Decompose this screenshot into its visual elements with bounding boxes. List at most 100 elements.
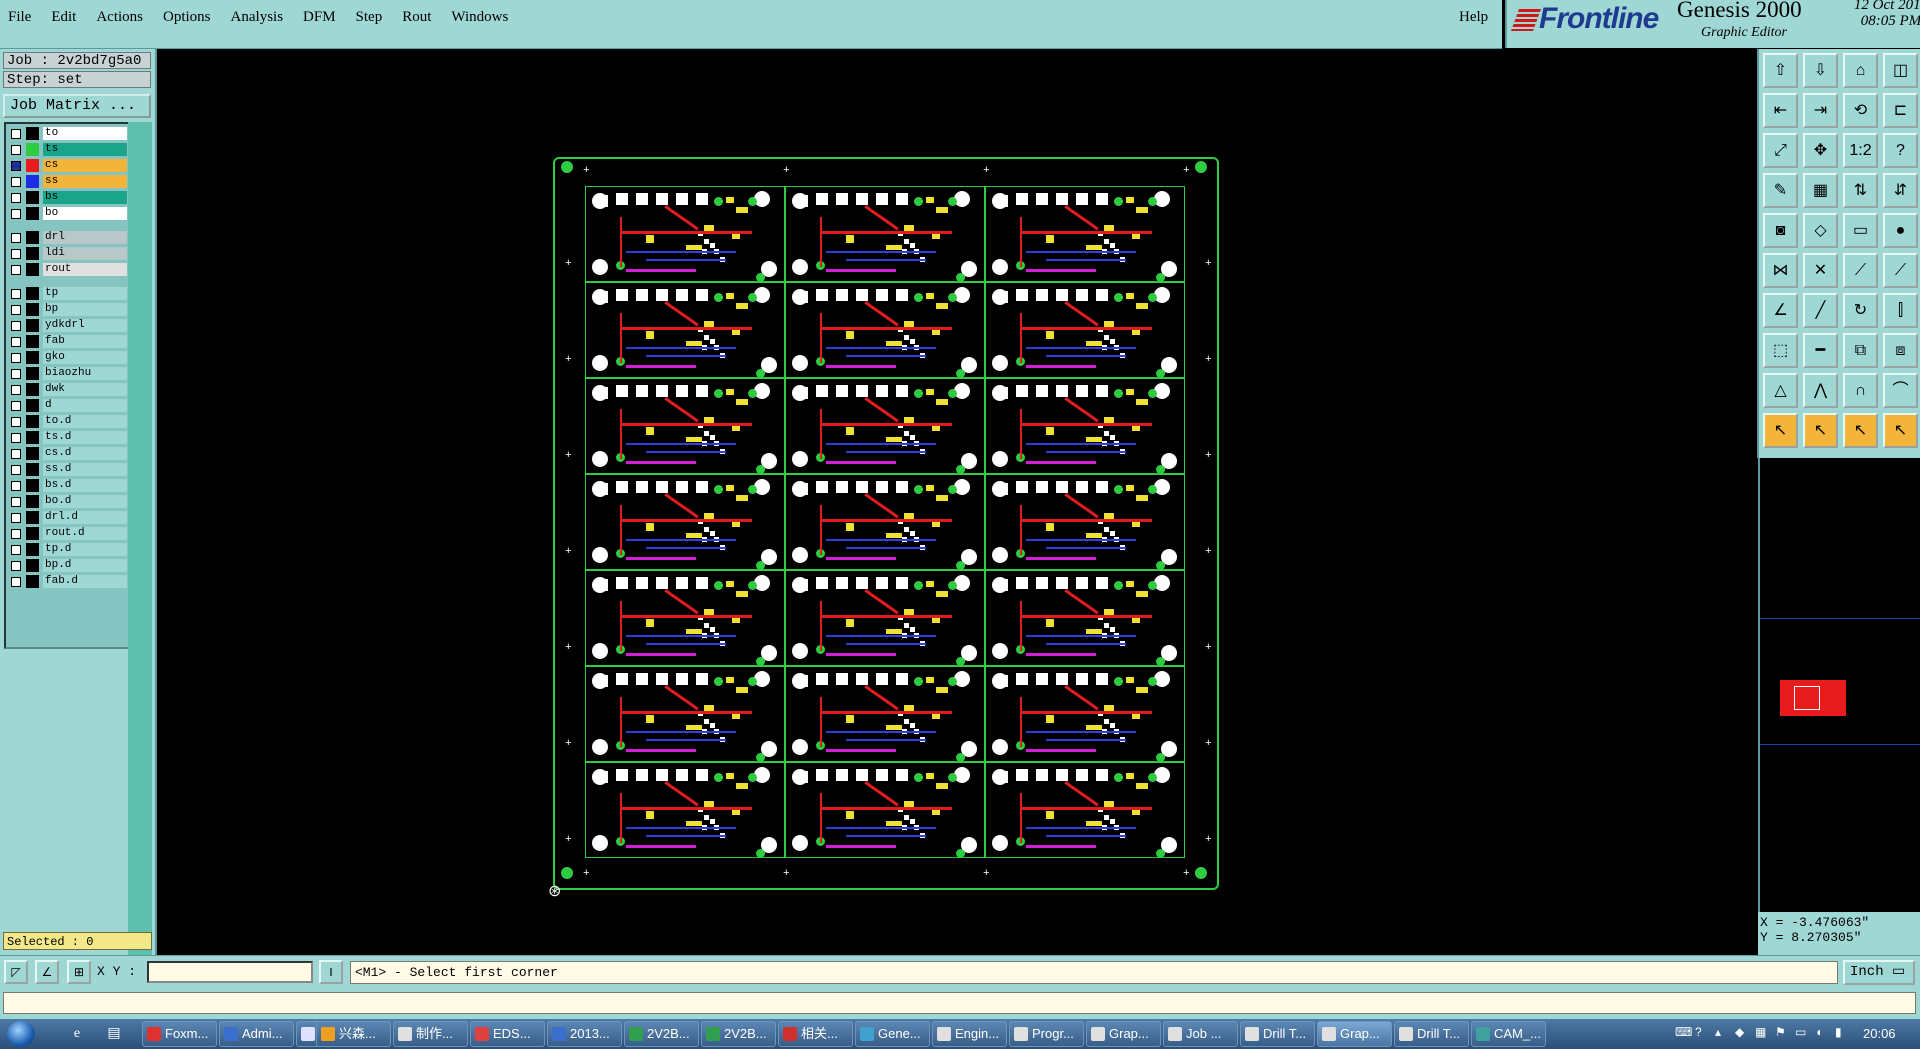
layer-checkbox[interactable] <box>11 129 21 139</box>
wave-icon[interactable]: ⌒ <box>1883 373 1918 408</box>
taskbar-item[interactable]: 2V2B... <box>624 1021 699 1047</box>
folder-icon[interactable]: ▤ <box>105 1025 123 1043</box>
select-net-icon[interactable]: ↖ <box>1883 413 1918 448</box>
layer-color-swatch[interactable] <box>26 263 39 276</box>
menu-rout[interactable]: Rout <box>402 9 431 26</box>
layer-color-swatch[interactable] <box>26 143 39 156</box>
layer-checkbox[interactable] <box>11 161 21 171</box>
pan-right-icon[interactable]: ⇥ <box>1803 93 1838 128</box>
layer-name[interactable]: bo <box>43 207 127 220</box>
download-icon[interactable]: ⇩ <box>1803 53 1838 88</box>
layer-row[interactable]: bo <box>9 207 127 220</box>
layer-checkbox[interactable] <box>11 433 21 443</box>
layer-checkbox[interactable] <box>11 545 21 555</box>
taskbar-item[interactable]: Engin... <box>932 1021 1007 1047</box>
snap-icon[interactable]: ◸ <box>4 960 28 984</box>
select-toggle-icon[interactable]: ↖ <box>1843 413 1878 448</box>
layer-name[interactable]: ts <box>43 143 127 156</box>
units-button[interactable]: Inch ▭ <box>1843 960 1915 985</box>
layer-row[interactable]: tp <box>9 287 127 300</box>
layer-name[interactable]: ts.d <box>43 431 127 444</box>
shield-icon[interactable]: ◆ <box>1735 1025 1744 1039</box>
layer-row[interactable]: bs <box>9 191 127 204</box>
layer-color-swatch[interactable] <box>26 159 39 172</box>
layer-color-swatch[interactable] <box>26 463 39 476</box>
home-icon[interactable]: ⌂ <box>1843 53 1878 88</box>
navigator-view-rect[interactable] <box>1780 680 1846 716</box>
layer-name[interactable]: bo.d <box>43 495 127 508</box>
layer-checkbox[interactable] <box>11 233 21 243</box>
monitor-icon[interactable]: ▭ <box>1795 1025 1806 1039</box>
layer-row[interactable]: rout.d <box>9 527 127 540</box>
layer-name[interactable]: rout <box>43 263 127 276</box>
layer-row[interactable]: bp.d <box>9 559 127 572</box>
layer-name[interactable]: drl.d <box>43 511 127 524</box>
layer-snap-icon[interactable]: ⇵ <box>1883 173 1918 208</box>
layer-name[interactable]: dwk <box>43 383 127 396</box>
layer-checkbox[interactable] <box>11 369 21 379</box>
layer-row[interactable]: drl.d <box>9 511 127 524</box>
taskbar-item[interactable]: Drill T... <box>1240 1021 1315 1047</box>
layer-name[interactable]: rout.d <box>43 527 127 540</box>
start-button[interactable] <box>7 1021 35 1047</box>
layer-name[interactable]: bs <box>43 191 127 204</box>
layer-checkbox[interactable] <box>11 265 21 275</box>
layer-color-swatch[interactable] <box>26 479 39 492</box>
layer-color-swatch[interactable] <box>26 495 39 508</box>
taskbar-item[interactable]: Job ... <box>1163 1021 1238 1047</box>
layer-compare-icon[interactable]: ⇅ <box>1843 173 1878 208</box>
graphic-canvas[interactable]: + + + + + + + + + + + + + + + + + + + + + + ⊛ <box>157 49 1757 955</box>
line-draw-icon[interactable]: ╱ <box>1803 293 1838 328</box>
arc-line-icon[interactable]: ⟋ <box>1883 253 1918 288</box>
layer-row[interactable]: to <box>9 127 127 140</box>
layer-checkbox[interactable] <box>11 401 21 411</box>
layer-color-swatch[interactable] <box>26 399 39 412</box>
grid-snap-icon[interactable]: ⊞ <box>67 960 91 984</box>
arc-icon[interactable]: ↻ <box>1843 293 1878 328</box>
taskbar-item[interactable]: 2V2B... <box>701 1021 776 1047</box>
layer-color-swatch[interactable] <box>26 191 39 204</box>
menu-windows[interactable]: Windows <box>451 9 508 26</box>
taskbar-item[interactable]: 相关... <box>778 1021 853 1047</box>
text-icon[interactable]: ▭ <box>1843 213 1878 248</box>
layer-color-swatch[interactable] <box>26 319 39 332</box>
layer-row[interactable]: bp <box>9 303 127 316</box>
menu-actions[interactable]: Actions <box>96 9 143 26</box>
layer-color-swatch[interactable] <box>26 447 39 460</box>
taskbar-item[interactable]: EDS... <box>470 1021 545 1047</box>
layer-name[interactable]: ldi <box>43 247 127 260</box>
layer-row[interactable]: fab.d <box>9 575 127 588</box>
layer-name[interactable]: tp.d <box>43 543 127 556</box>
help-tray-icon[interactable]: ? <box>1695 1025 1702 1039</box>
zoom-fit-icon[interactable]: ⤢ <box>1763 133 1798 168</box>
layer-checkbox[interactable] <box>11 337 21 347</box>
layer-color-swatch[interactable] <box>26 247 39 260</box>
layer-name[interactable]: bp.d <box>43 559 127 572</box>
volume-icon[interactable]: ◖ <box>1815 1025 1822 1039</box>
layer-name[interactable]: to.d <box>43 415 127 428</box>
layer-name[interactable]: cs.d <box>43 447 127 460</box>
layer-name[interactable]: ydkdrl <box>43 319 127 332</box>
menu-step[interactable]: Step <box>356 9 383 26</box>
menu-file[interactable]: File <box>8 9 31 26</box>
layer-name[interactable]: tp <box>43 287 127 300</box>
grid-icon[interactable]: ▦ <box>1803 173 1838 208</box>
select-add-icon[interactable]: ↖ <box>1803 413 1838 448</box>
layer-color-swatch[interactable] <box>26 231 39 244</box>
layer-row[interactable]: ts.d <box>9 431 127 444</box>
taskbar-item[interactable]: Foxm... <box>142 1021 217 1047</box>
layer-name[interactable]: biaozhu <box>43 367 127 380</box>
layer-checkbox[interactable] <box>11 289 21 299</box>
select-icon[interactable]: ↖ <box>1763 413 1798 448</box>
layer-color-swatch[interactable] <box>26 527 39 540</box>
connect-icon[interactable]: ⋈ <box>1763 253 1798 288</box>
taskbar-item[interactable]: CAM_... <box>1471 1021 1546 1047</box>
line-icon[interactable]: ⟋ <box>1843 253 1878 288</box>
layer-checkbox[interactable] <box>11 321 21 331</box>
layer-name[interactable]: ss <box>43 175 127 188</box>
network-icon[interactable]: ▦ <box>1755 1025 1766 1039</box>
tray-arrow-icon[interactable]: ▴ <box>1715 1025 1721 1039</box>
layer-checkbox[interactable] <box>11 497 21 507</box>
taskbar-item[interactable]: Gene... <box>855 1021 930 1047</box>
layer-checkbox[interactable] <box>11 417 21 427</box>
